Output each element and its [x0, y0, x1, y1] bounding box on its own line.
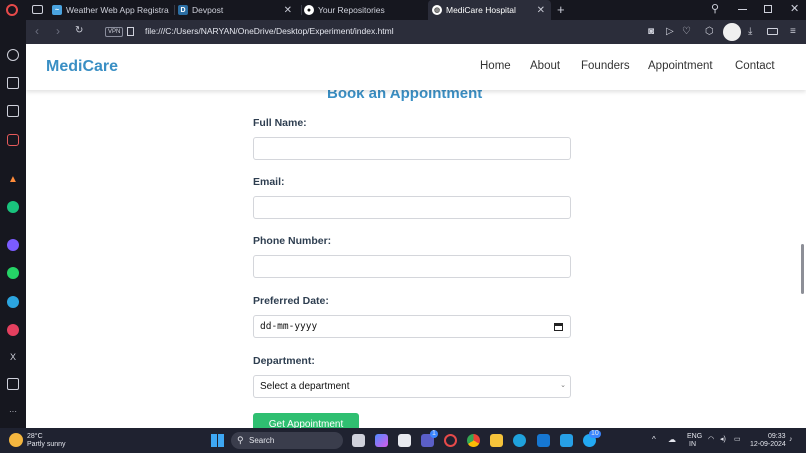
flame-icon[interactable]: ▲	[7, 173, 19, 185]
url-field[interactable]: file:///C:/Users/NARYAN/OneDrive/Desktop…	[145, 26, 394, 36]
nav-about[interactable]: About	[530, 60, 560, 72]
download-icon[interactable]: ⤓	[748, 26, 752, 37]
preferred-date-label: Preferred Date:	[253, 295, 329, 307]
chrome-icon[interactable]	[467, 434, 480, 447]
site-brand[interactable]: MediCare	[46, 58, 118, 76]
app-badge: 10	[589, 430, 601, 438]
send-icon[interactable]: ▷	[666, 26, 674, 37]
clock-date[interactable]: 12-09-2024	[750, 441, 786, 449]
weather-temp[interactable]: 28°C	[27, 433, 43, 441]
taskbar-search[interactable]: ⚲ Search	[231, 432, 343, 449]
reload-icon[interactable]: ↻	[75, 25, 83, 36]
tab-repositories[interactable]: ● Your Repositories	[304, 0, 424, 20]
department-selected: Select a department	[260, 381, 350, 392]
restore-icon[interactable]	[764, 5, 772, 13]
department-select[interactable]: Select a department ⌄	[253, 375, 571, 398]
speed-dial-icon[interactable]	[7, 49, 19, 61]
browser-sidebar: ▲ X ···	[0, 20, 26, 428]
vscode-icon[interactable]	[560, 434, 573, 447]
avatar[interactable]	[723, 23, 741, 41]
vpn-badge[interactable]: VPN	[105, 27, 124, 37]
preferred-date-field[interactable]: dd-mm-yyyy	[253, 315, 571, 338]
chevron-up-icon[interactable]: ^	[652, 436, 656, 444]
clock-time[interactable]: 09:33	[768, 433, 786, 441]
close-icon[interactable]: ✕	[284, 5, 298, 16]
tab-weather[interactable]: ~ Weather Web App Registra	[52, 0, 172, 20]
full-name-field[interactable]	[253, 137, 571, 160]
box-icon[interactable]: ⬡	[705, 26, 714, 37]
opera-logo-icon[interactable]	[6, 4, 18, 16]
search-tabs-icon[interactable]: ⚲	[711, 2, 719, 15]
wifi-icon[interactable]: ◠	[708, 436, 714, 444]
battery-icon[interactable]	[767, 28, 778, 35]
language-bottom[interactable]: IN	[689, 441, 696, 449]
phone-label: Phone Number:	[253, 235, 332, 247]
weather-sun-icon[interactable]	[9, 433, 23, 447]
more-icon[interactable]: ···	[7, 405, 19, 417]
opera-icon[interactable]	[444, 434, 457, 447]
file-explorer-icon[interactable]	[490, 434, 503, 447]
copilot-icon[interactable]	[375, 434, 388, 447]
department-label: Department:	[253, 355, 315, 367]
nav-contact[interactable]: Contact	[735, 60, 775, 72]
email-field[interactable]	[253, 196, 571, 219]
task-view-icon[interactable]	[352, 434, 365, 447]
volume-icon[interactable]: ◂)	[720, 436, 726, 444]
globe-icon: ◍	[432, 5, 442, 15]
new-tab-icon[interactable]: +	[557, 2, 565, 17]
nav-founders[interactable]: Founders	[581, 60, 630, 72]
address-bar: ‹ › ↻ VPN file:///C:/Users/NARYAN/OneDri…	[26, 20, 806, 44]
devpost-icon: D	[178, 5, 188, 15]
forward-icon[interactable]: ›	[56, 24, 60, 38]
language-top[interactable]: ENG	[687, 433, 702, 441]
date-placeholder: dd-mm-yyyy	[260, 321, 318, 332]
close-icon[interactable]: ✕	[537, 5, 551, 16]
briefcase-icon[interactable]	[7, 77, 19, 89]
ai-icon[interactable]	[7, 134, 19, 146]
menu-icon[interactable]: ≡	[790, 26, 796, 37]
minimize-icon[interactable]	[738, 9, 747, 10]
get-appointment-button[interactable]: Get Appointment	[253, 413, 359, 428]
whatsapp-icon[interactable]	[7, 267, 19, 279]
windows-taskbar: 28°C Partly sunny ⚲ Search 1 10 ^ ☁ ENG …	[0, 428, 806, 453]
weather-desc[interactable]: Partly sunny	[27, 441, 66, 449]
outlook-icon[interactable]	[537, 434, 550, 447]
chevron-down-icon: ⌄	[560, 382, 566, 389]
back-icon[interactable]: ‹	[35, 24, 39, 38]
chatgpt-icon[interactable]	[7, 201, 19, 213]
calendar-icon[interactable]	[554, 323, 563, 331]
chat-icon[interactable]	[7, 105, 19, 117]
site-navbar: MediCare Home About Founders Appointment…	[26, 44, 806, 90]
start-windows-icon[interactable]	[211, 434, 224, 447]
wallet-icon[interactable]	[7, 378, 19, 390]
full-name-label: Full Name:	[253, 117, 307, 129]
twitter-x-icon[interactable]: X	[7, 351, 19, 363]
telegram-icon[interactable]	[7, 296, 19, 308]
store-icon[interactable]	[398, 434, 411, 447]
notification-bell-icon[interactable]: ♪	[789, 436, 793, 444]
weather-icon: ~	[52, 5, 62, 15]
edge-icon[interactable]	[513, 434, 526, 447]
onedrive-icon[interactable]: ☁	[668, 436, 676, 444]
page-scrollbar[interactable]	[801, 244, 804, 294]
tab-overview-icon[interactable]	[32, 5, 43, 14]
github-icon: ●	[304, 5, 314, 15]
tab-medicare[interactable]: ◍ MediCare Hospital ✕	[428, 0, 551, 20]
camera-icon[interactable]: ◙	[648, 26, 654, 37]
email-label: Email:	[253, 176, 285, 188]
nav-home[interactable]: Home	[480, 60, 511, 72]
file-icon	[127, 27, 134, 36]
battery-status-icon[interactable]: ▭	[734, 436, 741, 444]
web-page: MediCare Home About Founders Appointment…	[26, 44, 806, 428]
heart-icon[interactable]: ♡	[682, 26, 691, 37]
tab-devpost[interactable]: D Devpost ✕	[178, 0, 298, 20]
phone-field[interactable]	[253, 255, 571, 278]
nav-appointment[interactable]: Appointment	[648, 60, 713, 72]
instagram-icon[interactable]	[7, 324, 19, 336]
close-window-icon[interactable]: ✕	[790, 2, 799, 15]
messenger-icon[interactable]	[7, 239, 19, 251]
search-icon: ⚲	[237, 435, 244, 445]
tab-bar: ~ Weather Web App Registra D Devpost ✕ ●…	[0, 0, 806, 20]
teams-badge: 1	[430, 430, 438, 438]
